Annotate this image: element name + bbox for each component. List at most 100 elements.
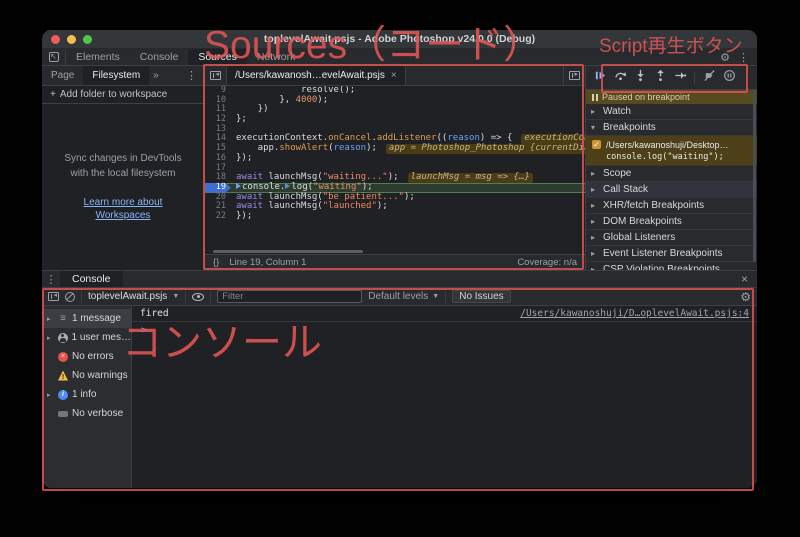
section-xhr-fetch-breakpoints[interactable]: ▸ XHR/fetch Breakpoints xyxy=(586,198,757,214)
step-over-button[interactable] xyxy=(612,70,628,86)
console-filter-no-errors[interactable]: × No errors xyxy=(42,347,131,366)
code-line-22[interactable]: 22}); xyxy=(205,211,585,222)
console-filter-1-user-mes-[interactable]: ▸ 1 user mes… xyxy=(42,328,131,347)
tab-network[interactable]: Network xyxy=(247,49,306,65)
line-number[interactable]: 22 xyxy=(205,211,231,222)
console-filter-input[interactable] xyxy=(217,290,363,303)
step-button[interactable] xyxy=(672,70,688,86)
tab-console-drawer[interactable]: Console xyxy=(60,271,123,287)
issues-counter[interactable]: No Issues xyxy=(452,290,511,303)
chevron-collapsed-icon: ▸ xyxy=(591,201,596,210)
add-folder-button[interactable]: + Add folder to workspace xyxy=(42,86,204,104)
live-expression-eye-icon[interactable] xyxy=(192,292,205,301)
breakpoint-code-snippet: console.log("waiting"); xyxy=(606,152,724,162)
section-csp-violation-breakpoints[interactable]: ▸ CSP Violation Breakpoints xyxy=(586,262,757,270)
token-p: launchMsg( xyxy=(263,191,323,202)
close-file-tab-icon[interactable]: × xyxy=(391,70,397,81)
file-tab[interactable]: /Users/kawanosh…evelAwait.psjs × xyxy=(227,66,406,85)
inspect-element-button[interactable]: ↖ xyxy=(42,49,66,65)
pretty-print-icon[interactable]: {} xyxy=(213,257,219,268)
code-line-16[interactable]: 16}); xyxy=(205,153,585,164)
workspace-empty-state: Sync changes in DevTools with the local … xyxy=(42,104,204,270)
line-number[interactable]: 18 xyxy=(205,172,231,183)
token-p: (( xyxy=(436,133,448,144)
log-levels-select[interactable]: Default levels ▼ xyxy=(368,291,439,302)
console-settings-gear-icon[interactable]: ⚙ xyxy=(740,290,751,304)
console-prompt[interactable]: > xyxy=(132,322,757,338)
breakpoint-info: /Users/kawanoshuji/Desktop… console.log("… xyxy=(606,139,729,165)
chevron-collapsed-icon: ▸ xyxy=(591,217,596,226)
workspaces-link-line1[interactable]: Learn more about xyxy=(84,196,163,209)
section-breakpoints[interactable]: ▾ Breakpoints xyxy=(586,120,757,136)
code-line-11[interactable]: 11 }) xyxy=(205,104,585,116)
token-p: ); xyxy=(361,181,373,192)
token-p: executionContext. xyxy=(236,133,329,144)
chevron-expanded-icon: ▾ xyxy=(591,123,596,132)
settings-gear-icon[interactable]: ⚙ xyxy=(720,51,730,64)
deactivate-breakpoints-button[interactable] xyxy=(701,69,717,86)
token-p: }) xyxy=(236,104,269,115)
breakpoint-entry[interactable]: ✓ /Users/kawanoshuji/Desktop… console.log(… xyxy=(586,136,757,166)
panel-collapse-right-icon xyxy=(569,70,580,80)
pause-on-exceptions-icon xyxy=(723,69,736,87)
section-watch[interactable]: ▸ Watch xyxy=(586,104,757,120)
devtools-window: toplevelAwait.psjs - Adobe Photoshop v24… xyxy=(42,30,757,488)
code-line-12[interactable]: 12}; xyxy=(205,114,585,125)
tab-sources[interactable]: Sources xyxy=(188,49,247,65)
console-filter-1-message[interactable]: ▸ ≡ 1 message xyxy=(42,309,131,328)
section-global-listeners[interactable]: ▸ Global Listeners xyxy=(586,230,757,246)
step-out-icon xyxy=(654,69,667,87)
tab-bar-right: ⚙ ⋮ xyxy=(720,49,757,65)
code-line-15[interactable]: 15 app.showAlert(reason); app = Photoshop… xyxy=(205,143,585,154)
workspaces-link-line2[interactable]: Workspaces xyxy=(84,209,163,222)
step-out-button[interactable] xyxy=(652,69,668,87)
token-p: ); xyxy=(376,201,388,212)
navigator-tab-page[interactable]: Page xyxy=(42,66,83,85)
section-label: Watch xyxy=(603,106,631,117)
token-prop: addListener xyxy=(376,133,437,144)
navigator-tab-filesystem[interactable]: Filesystem xyxy=(83,66,150,85)
token-prop: showAlert xyxy=(279,143,329,154)
toolbar-divider xyxy=(185,290,187,303)
continue-to-location-marker[interactable] xyxy=(285,183,291,190)
filter-label: No verbose xyxy=(72,408,124,419)
plus-icon: + xyxy=(50,89,56,100)
section-call-stack[interactable]: ▸ Call Stack xyxy=(586,182,757,198)
console-filter-1-info[interactable]: ▸ i 1 info xyxy=(42,385,131,404)
section-scope[interactable]: ▸ Scope xyxy=(586,166,757,182)
hide-navigator-button[interactable] xyxy=(205,66,227,85)
drawer-menu-icon[interactable]: ⋮ xyxy=(42,271,60,287)
filter-label: No errors xyxy=(72,351,114,362)
console-filter-no-warnings[interactable]: ! No warnings xyxy=(42,366,131,385)
console-filter-no-verbose[interactable]: No verbose xyxy=(42,404,131,423)
more-options-icon[interactable]: ⋮ xyxy=(738,51,749,64)
clear-console-icon[interactable] xyxy=(65,291,75,302)
console-source-link[interactable]: /Users/kawanoshuji/D…oplevelAwait.psjs:4 xyxy=(520,308,749,319)
step-into-button[interactable] xyxy=(632,69,648,86)
breakpoint-checkbox[interactable]: ✓ xyxy=(592,140,601,149)
more-tabs-chevron[interactable]: » xyxy=(149,66,163,85)
console-message-row[interactable]: fired /Users/kawanoshuji/D…oplevelAwait.… xyxy=(132,306,757,322)
scrollbar-thumb[interactable] xyxy=(213,250,363,253)
show-console-sidebar-icon[interactable] xyxy=(48,291,59,301)
token-p: ); xyxy=(317,94,329,105)
section-event-listener-breakpoints[interactable]: ▸ Event Listener Breakpoints xyxy=(586,246,757,262)
section-dom-breakpoints[interactable]: ▸ DOM Breakpoints xyxy=(586,214,757,230)
paused-message: Paused on breakpoint xyxy=(602,92,690,102)
token-s: "waiting..." xyxy=(322,172,388,183)
section-label: XHR/fetch Breakpoints xyxy=(603,200,705,211)
tab-elements[interactable]: Elements xyxy=(66,49,130,65)
code-line-21[interactable]: 21 await launchMsg("launched"); xyxy=(205,201,585,212)
close-drawer-icon[interactable]: × xyxy=(732,271,757,287)
sidebar-scrollbar[interactable] xyxy=(753,92,756,262)
editor-options-button[interactable] xyxy=(563,66,585,85)
resume-button[interactable] xyxy=(592,70,608,86)
token-p: ) => { xyxy=(479,133,513,144)
pause-on-exceptions-button[interactable] xyxy=(721,69,737,87)
navigator-menu-icon[interactable]: ⋮ xyxy=(179,66,204,85)
navigator-tab-list: Page Filesystem xyxy=(42,66,150,85)
execution-position-marker[interactable] xyxy=(236,183,241,190)
javascript-context-select[interactable]: toplevelAwait.psjs ▼ xyxy=(88,291,179,302)
tab-console[interactable]: Console xyxy=(130,49,189,65)
source-code[interactable]: 9 resolve(); 10 }, 4000); 11 }) 12}; 13 14 exe… xyxy=(205,86,585,248)
